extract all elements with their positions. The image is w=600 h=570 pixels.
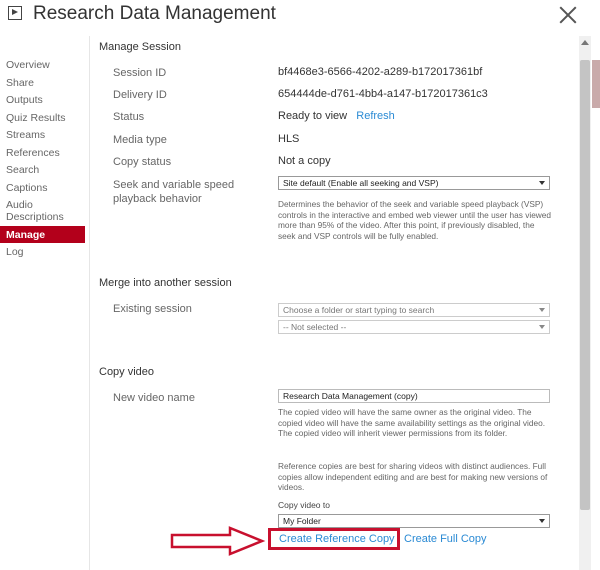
sidebar-item-outputs[interactable]: Outputs — [0, 91, 85, 109]
sidebar-item-share[interactable]: Share — [0, 74, 85, 92]
manage-session-heading: Manage Session — [99, 41, 181, 53]
sidebar-item-quiz-results[interactable]: Quiz Results — [0, 109, 85, 127]
session-id-label: Session ID — [113, 67, 167, 79]
sidebar-divider — [89, 36, 90, 570]
destination-folder-selected: My Folder — [283, 516, 321, 526]
seek-behavior-selected: Site default (Enable all seeking and VSP… — [283, 178, 439, 188]
copy-type-help-text: Reference copies are best for sharing vi… — [278, 461, 548, 492]
sidebar-item-overview[interactable]: Overview — [0, 56, 85, 74]
sidebar-item-references[interactable]: References — [0, 144, 85, 162]
new-video-name-label: New video name — [113, 392, 195, 404]
folder-search-select[interactable]: Choose a folder or start typing to searc… — [278, 303, 550, 317]
media-type-label: Media type — [113, 134, 167, 146]
existing-session-label: Existing session — [113, 303, 192, 315]
create-full-copy-link[interactable]: Create Full Copy — [404, 533, 487, 545]
copy-status-label: Copy status — [113, 156, 172, 168]
status-value-group: Ready to view Refresh — [278, 110, 395, 122]
status-label: Status — [113, 111, 145, 123]
status-value: Ready to view — [278, 110, 348, 122]
copy-status-value: Not a copy — [278, 155, 331, 167]
chevron-down-icon — [539, 308, 545, 312]
chevron-down-icon — [539, 325, 545, 329]
video-player-icon — [8, 6, 22, 20]
scrollbar-thumb[interactable] — [580, 60, 590, 510]
existing-session-placeholder: -- Not selected -- — [283, 322, 347, 332]
existing-session-select[interactable]: -- Not selected -- — [278, 320, 550, 334]
copy-video-to-label: Copy video to — [278, 500, 330, 510]
sidebar-nav: Overview Share Outputs Quiz Results Stre… — [0, 56, 85, 261]
background-edge — [592, 60, 600, 108]
sidebar-item-audio-descriptions[interactable]: Audio Descriptions — [0, 196, 85, 226]
merge-heading: Merge into another session — [99, 277, 232, 289]
sidebar-item-captions[interactable]: Captions — [0, 179, 85, 197]
copy-video-heading: Copy video — [99, 366, 155, 378]
chevron-down-icon — [539, 181, 545, 185]
seek-behavior-select[interactable]: Site default (Enable all seeking and VSP… — [278, 176, 550, 190]
copy-help-text: The copied video will have the same owne… — [278, 407, 546, 438]
destination-folder-select[interactable]: My Folder — [278, 514, 550, 528]
new-video-name-field[interactable]: Research Data Management (copy) — [278, 389, 550, 403]
sidebar-item-streams[interactable]: Streams — [0, 126, 85, 144]
scroll-up-arrow-icon[interactable] — [581, 40, 589, 45]
title-bar: Research Data Management — [0, 0, 600, 32]
seek-behavior-help: Determines the behavior of the seek and … — [278, 199, 552, 241]
session-id-value: bf4468e3-6566-4202-a289-b172017361bf — [278, 66, 483, 78]
chevron-down-icon — [539, 519, 545, 523]
sidebar-item-manage[interactable]: Manage — [0, 225, 85, 243]
annotation-arrow-icon — [170, 526, 266, 556]
delivery-id-value: 654444de-d761-4bb4-a147-b172017361c3 — [278, 88, 488, 100]
refresh-link[interactable]: Refresh — [356, 110, 395, 122]
sidebar-item-search[interactable]: Search — [0, 161, 85, 179]
delivery-id-label: Delivery ID — [113, 89, 167, 101]
window-title: Research Data Management — [33, 3, 276, 24]
highlight-box — [268, 528, 400, 550]
close-icon[interactable] — [556, 3, 580, 27]
folder-search-placeholder: Choose a folder or start typing to searc… — [283, 305, 435, 315]
sidebar-item-log[interactable]: Log — [0, 243, 85, 261]
seek-behavior-label: Seek and variable speed playback behavio… — [113, 179, 235, 205]
media-type-value: HLS — [278, 133, 300, 145]
